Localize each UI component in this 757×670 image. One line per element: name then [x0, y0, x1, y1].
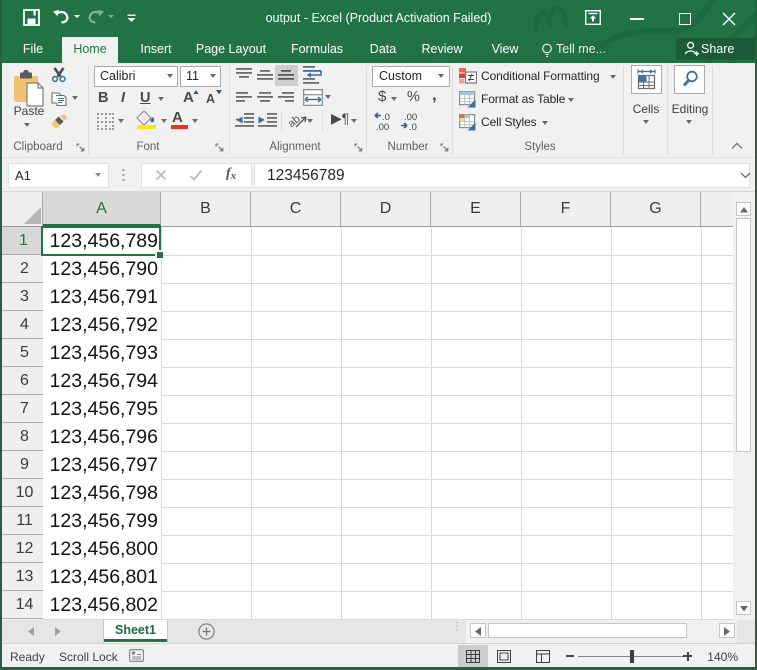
svg-text:.0: .0: [409, 122, 417, 131]
svg-text:ab: ab: [288, 113, 303, 130]
svg-text:.00: .00: [376, 122, 389, 131]
